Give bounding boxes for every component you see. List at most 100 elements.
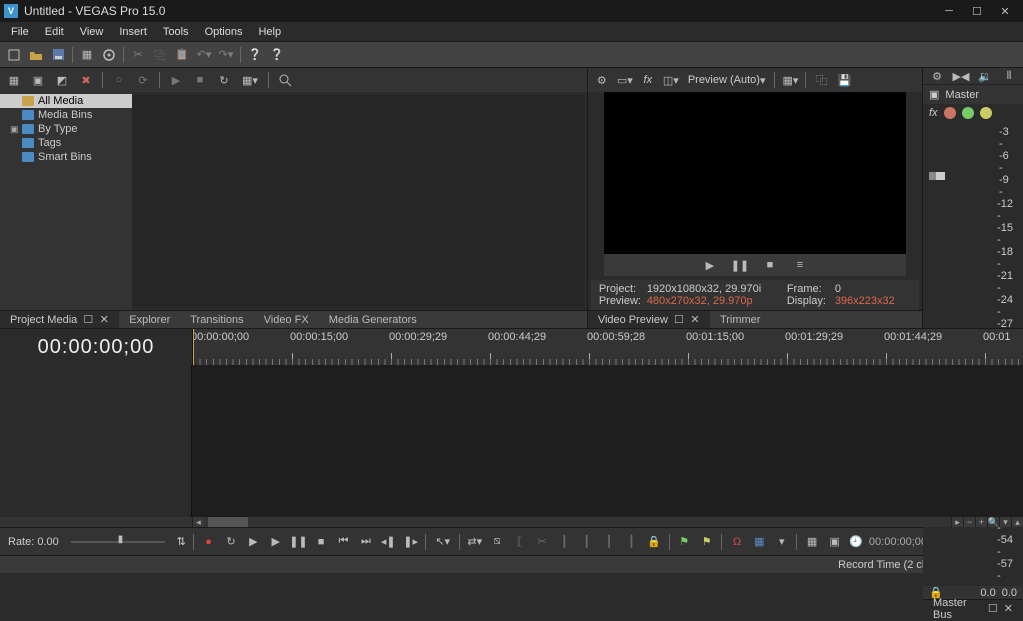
- preview-quality-dropdown[interactable]: Preview (Auto) ▾: [686, 72, 768, 88]
- tree-all-media[interactable]: All Media: [0, 94, 132, 108]
- menu-options[interactable]: Options: [198, 24, 250, 40]
- tree-smart-bins[interactable]: Smart Bins: [0, 150, 132, 164]
- play-start-icon[interactable]: ▶: [246, 534, 261, 550]
- position-timecode[interactable]: 00:00:00;00: [869, 536, 927, 548]
- trim-icon[interactable]: ⟦: [512, 534, 527, 550]
- whatsthis-icon[interactable]: ❔: [269, 47, 285, 63]
- tab-explorer[interactable]: Explorer: [119, 311, 180, 328]
- paste-icon[interactable]: 📋: [174, 47, 190, 63]
- b2-icon[interactable]: ┃: [579, 534, 594, 550]
- stop-icon[interactable]: ■: [313, 534, 328, 550]
- overlays-icon[interactable]: ▦▾: [782, 72, 798, 88]
- vzoom-in-icon[interactable]: ▴: [1011, 517, 1023, 527]
- tab-trimmer[interactable]: Trimmer: [710, 311, 771, 328]
- tab-transitions[interactable]: Transitions: [180, 311, 253, 328]
- save-icon[interactable]: [50, 47, 66, 63]
- downmix-icon[interactable]: ▶◀: [953, 68, 969, 84]
- undo-icon[interactable]: ↶▾: [196, 47, 212, 63]
- master-fx-icon[interactable]: fx: [929, 107, 938, 119]
- close-tab-icon[interactable]: ✕: [1004, 602, 1013, 615]
- zoom-out-icon[interactable]: −: [963, 517, 975, 527]
- b4-icon[interactable]: ┃: [624, 534, 639, 550]
- snap-icon[interactable]: Ω: [729, 534, 744, 550]
- fx-slot-2[interactable]: [962, 107, 974, 119]
- playhead[interactable]: [193, 329, 194, 365]
- faders-icon[interactable]: ⫴: [1001, 68, 1017, 84]
- preview-display[interactable]: [604, 92, 906, 254]
- dim-icon[interactable]: 🔉: [977, 68, 993, 84]
- redo-icon[interactable]: ↷▾: [218, 47, 234, 63]
- external-monitor-icon[interactable]: ▭▾: [617, 72, 633, 88]
- b3-icon[interactable]: ┃: [601, 534, 616, 550]
- tab-video-fx[interactable]: Video FX: [254, 311, 319, 328]
- go-end-icon[interactable]: ⏭: [358, 534, 373, 550]
- open-icon[interactable]: [28, 47, 44, 63]
- tab-project-media[interactable]: Project Media☐✕: [0, 311, 119, 328]
- timeline-ruler[interactable]: 00:00:00;0000:00:15;0000:00:29;2900:00:4…: [192, 329, 1023, 365]
- quantize-icon[interactable]: ▦: [752, 534, 767, 550]
- zoom-in-icon[interactable]: +: [975, 517, 987, 527]
- close-tab-icon[interactable]: ✕: [690, 313, 700, 326]
- event-props-icon[interactable]: ▣: [827, 534, 842, 550]
- close-button[interactable]: ✕: [991, 1, 1019, 21]
- track-header-area[interactable]: [0, 365, 192, 517]
- remove-icon[interactable]: ✖: [78, 72, 94, 88]
- auto-crossfade-icon[interactable]: ⧅: [489, 534, 504, 550]
- preview-pause-icon[interactable]: ❚❚: [732, 257, 748, 273]
- tree-tags[interactable]: Tags: [0, 136, 132, 150]
- menu-tools[interactable]: Tools: [156, 24, 196, 40]
- split-icon[interactable]: ✂: [534, 534, 549, 550]
- snapshot-copy-icon[interactable]: ⿻: [813, 72, 829, 88]
- rate-slider[interactable]: [71, 541, 165, 543]
- scroll-right-icon[interactable]: ▸: [951, 517, 963, 527]
- preview-play-icon[interactable]: ▶: [702, 257, 718, 273]
- minimize-button[interactable]: ─: [935, 1, 963, 21]
- go-start-icon[interactable]: ⏮: [336, 534, 351, 550]
- region-icon[interactable]: ⚑: [699, 534, 714, 550]
- preview-stop-icon[interactable]: ■: [762, 257, 778, 273]
- lock-envelope-icon[interactable]: 🔒: [646, 534, 661, 550]
- timeline-scrollbar[interactable]: ◂ ▸ − + 🔍 ▾ ▴: [0, 517, 1023, 527]
- media-list-area[interactable]: [132, 95, 584, 307]
- menu-help[interactable]: Help: [251, 24, 288, 40]
- timeline-timecode[interactable]: 00:00:00;00: [0, 329, 192, 365]
- menu-edit[interactable]: Edit: [38, 24, 71, 40]
- new-project-icon[interactable]: [6, 47, 22, 63]
- menu-view[interactable]: View: [73, 24, 111, 40]
- play-icon[interactable]: ▶: [268, 534, 283, 550]
- properties-icon[interactable]: [101, 47, 117, 63]
- tree-media-bins[interactable]: Media Bins: [0, 108, 132, 122]
- preview-props-icon[interactable]: ⚙: [594, 72, 610, 88]
- fx-slot-3[interactable]: [980, 107, 992, 119]
- next-frame-icon[interactable]: ❚▸: [403, 534, 418, 550]
- capture-icon[interactable]: ▣: [30, 72, 46, 88]
- pause-icon[interactable]: ❚❚: [290, 534, 306, 550]
- play-media-icon[interactable]: ▶: [168, 72, 184, 88]
- edit-tool-icon[interactable]: ↖▾: [433, 534, 452, 550]
- auto-ripple-icon[interactable]: ⇄▾: [467, 534, 482, 550]
- render-icon[interactable]: ▦: [79, 47, 95, 63]
- autoplay-icon[interactable]: ↻: [216, 72, 232, 88]
- search-icon[interactable]: [277, 72, 293, 88]
- loop-icon[interactable]: ↻: [223, 534, 238, 550]
- fader-handle[interactable]: [929, 172, 945, 180]
- views-icon[interactable]: ▦▾: [240, 72, 260, 88]
- cut-icon[interactable]: ✂: [130, 47, 146, 63]
- undock-icon[interactable]: ☐: [83, 313, 93, 326]
- tab-master-bus[interactable]: Master Bus☐✕: [923, 600, 1023, 617]
- marker-icon[interactable]: ⚑: [677, 534, 692, 550]
- refresh-icon[interactable]: ⟳: [135, 72, 151, 88]
- tab-media-generators[interactable]: Media Generators: [319, 311, 427, 328]
- scroll-thumb[interactable]: [208, 517, 248, 527]
- record-icon[interactable]: ●: [201, 534, 216, 550]
- tree-by-type[interactable]: ▣By Type: [0, 122, 132, 136]
- import-media-icon[interactable]: ▦: [6, 72, 22, 88]
- menu-insert[interactable]: Insert: [112, 24, 154, 40]
- prev-frame-icon[interactable]: ◂❚: [381, 534, 396, 550]
- vzoom-out-icon[interactable]: ▾: [999, 517, 1011, 527]
- undock-icon[interactable]: ☐: [674, 313, 684, 326]
- maximize-button[interactable]: ☐: [963, 1, 991, 21]
- mixer-props-icon[interactable]: ⚙: [929, 68, 945, 84]
- ignore-group-icon[interactable]: ▦: [804, 534, 819, 550]
- stop-media-icon[interactable]: ■: [192, 72, 208, 88]
